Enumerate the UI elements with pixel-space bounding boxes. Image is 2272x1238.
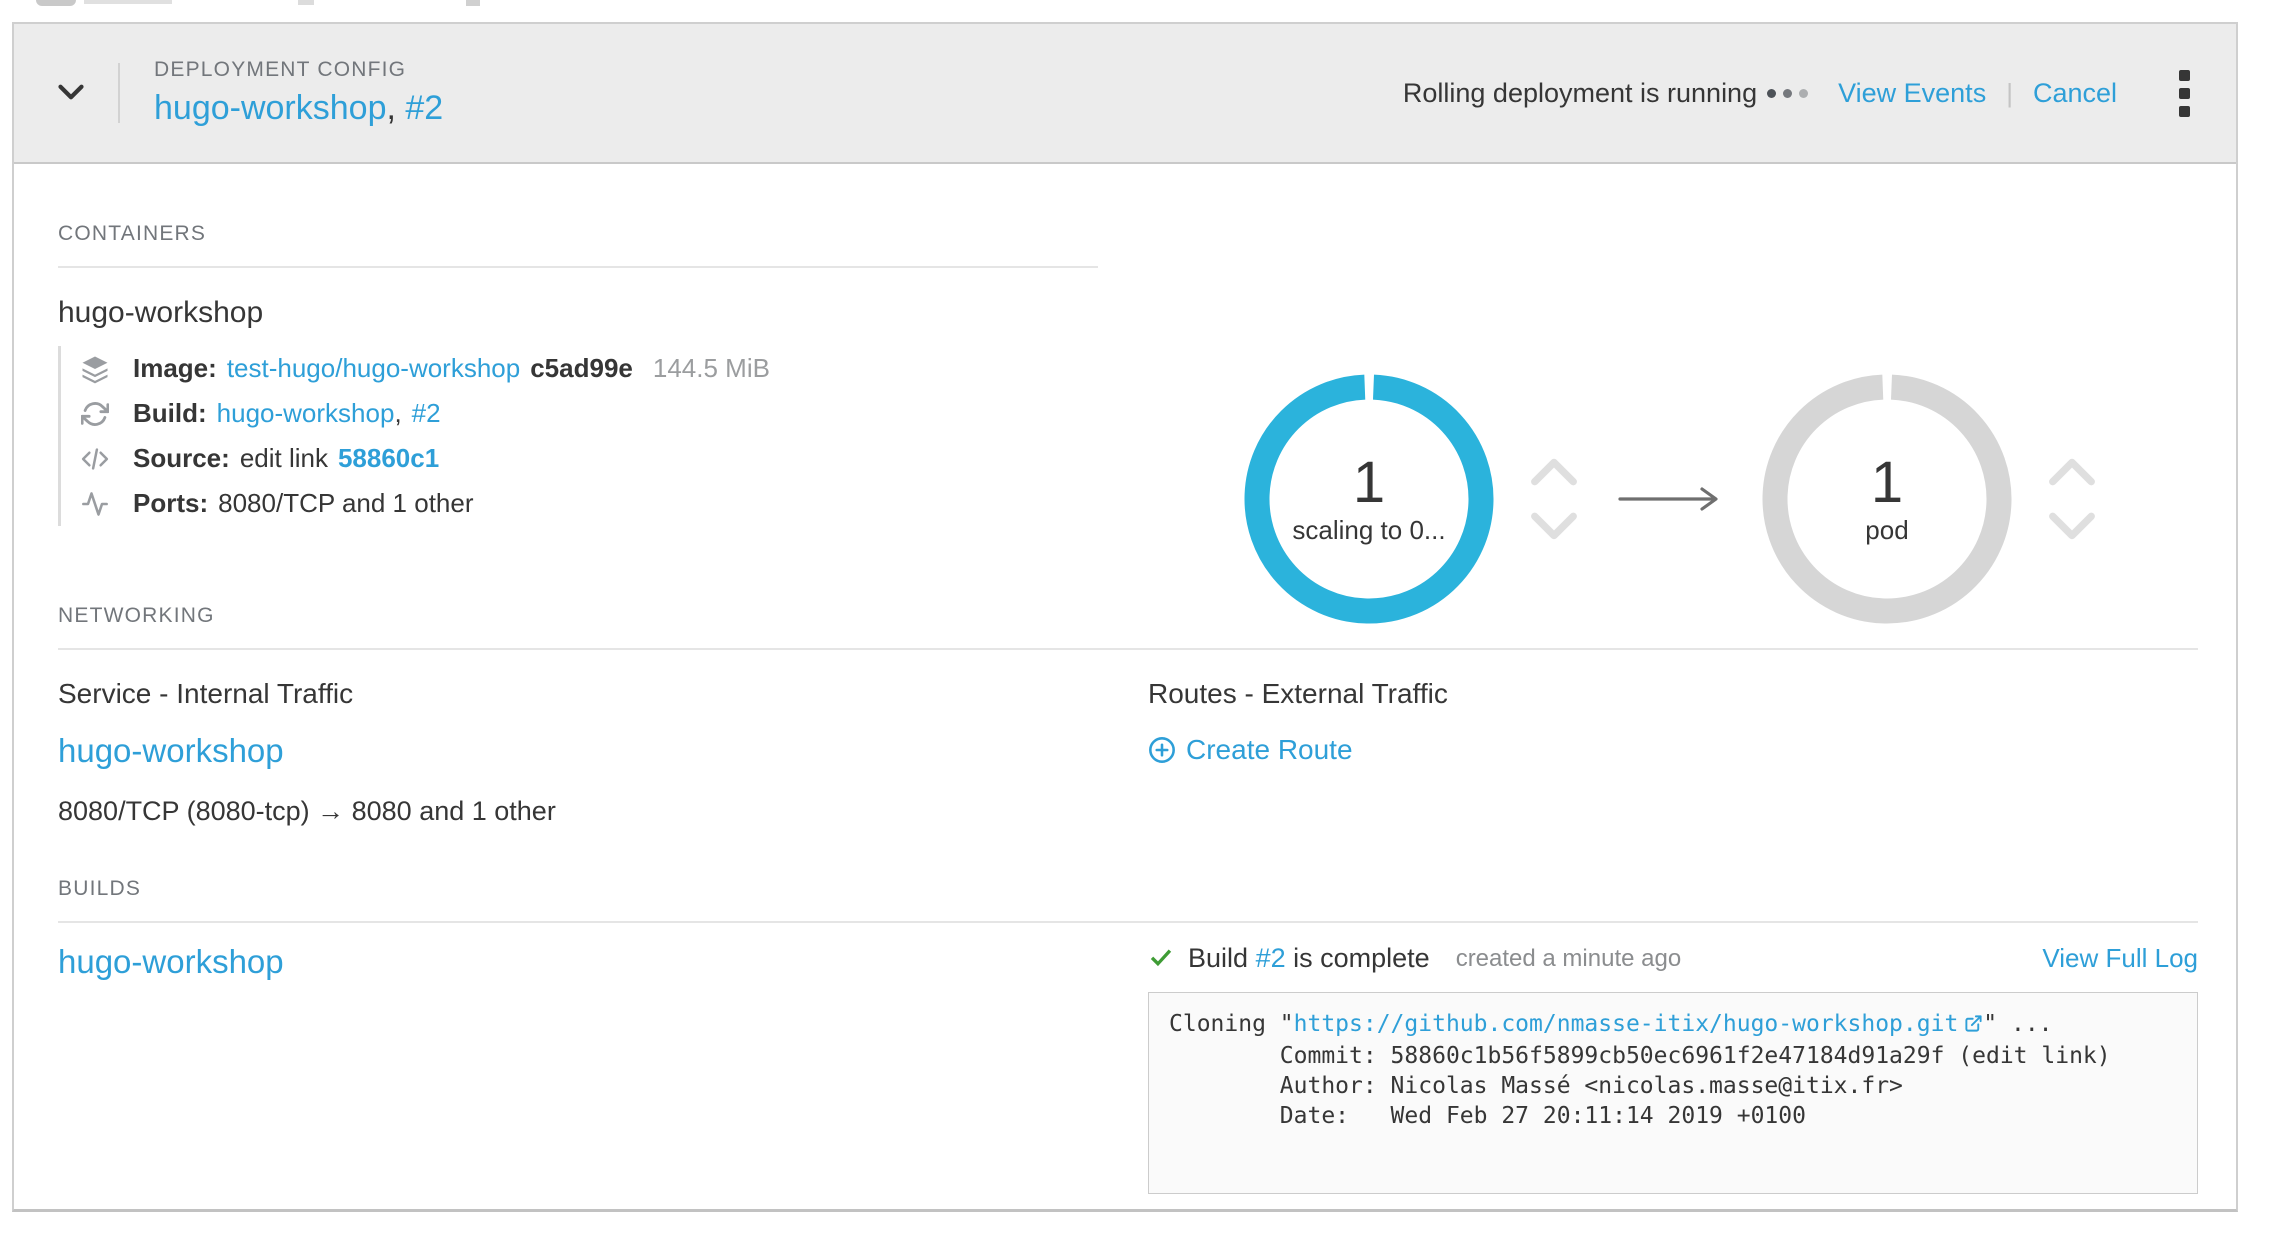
deployment-status-text: Rolling deployment is running <box>1403 78 1757 109</box>
card-header: DEPLOYMENT CONFIG hugo-workshop, #2 Roll… <box>14 24 2236 164</box>
replica-up-button[interactable] <box>2046 456 2098 486</box>
loading-dots-icon <box>1767 89 1808 98</box>
container-detail-list: Image: test-hugo/hugo-workshop c5ad99e 1… <box>58 346 1078 526</box>
build-log-box: Cloning "https://github.com/nmasse-itix/… <box>1148 992 2198 1194</box>
source-commit-link[interactable]: 58860c1 <box>338 443 439 474</box>
source-text: edit link <box>240 443 328 474</box>
chevron-up-icon <box>1528 474 1580 489</box>
builds-section-heading: BUILDS <box>58 877 2198 923</box>
arrow-right-icon <box>1616 486 1726 512</box>
log-line-author: Author: Nicolas Massé <nicolas.masse@iti… <box>1169 1071 2177 1101</box>
deployment-config-link[interactable]: hugo-workshop <box>154 89 386 127</box>
log-line-cloning: Cloning "https://github.com/nmasse-itix/… <box>1169 1009 2177 1041</box>
scale-stepper <box>1528 456 1580 542</box>
refresh-icon <box>77 400 113 428</box>
service-port-mapping: 8080/TCP (8080-tcp) → 8080 and 1 other <box>58 796 1098 827</box>
scaling-from-count: 1 <box>1353 453 1385 513</box>
replica-down-button[interactable] <box>2046 512 2098 542</box>
log-line-date: Date: Wed Feb 27 20:11:14 2019 +0100 <box>1169 1101 2177 1131</box>
chevron-up-icon <box>2046 474 2098 489</box>
build-label: Build: <box>133 398 207 429</box>
replica-stepper <box>2046 456 2098 542</box>
service-link[interactable]: hugo-workshop <box>58 732 284 770</box>
layers-icon <box>77 354 113 384</box>
replica-pod-donut: 1 pod <box>1762 374 2012 624</box>
chevron-down-icon <box>1528 530 1580 545</box>
chevron-down-icon <box>50 71 92 116</box>
check-icon <box>1148 946 1174 972</box>
view-events-link[interactable]: View Events <box>1838 78 1986 109</box>
scale-down-button[interactable] <box>1528 512 1580 542</box>
scaling-group: 1 scaling to 0... 1 <box>1244 374 2098 624</box>
resource-kind-label: DEPLOYMENT CONFIG <box>154 58 443 82</box>
build-config-link[interactable]: hugo-workshop <box>58 943 284 981</box>
build-separator: , <box>394 398 401 429</box>
external-link-icon <box>1964 1011 1983 1041</box>
ports-row: Ports: 8080/TCP and 1 other <box>77 481 1078 526</box>
build-status-column: Build #2 is complete created a minute ag… <box>1148 943 2198 1194</box>
networking-section: NETWORKING Service - Internal Traffic hu… <box>58 604 2198 827</box>
container-name: hugo-workshop <box>58 296 2198 330</box>
image-label: Image: <box>133 353 217 384</box>
pod-count-label: pod <box>1865 515 1908 546</box>
deployment-config-card: DEPLOYMENT CONFIG hugo-workshop, #2 Roll… <box>12 22 2238 1212</box>
header-divider <box>118 63 120 123</box>
cancel-deployment-link[interactable]: Cancel <box>2033 78 2117 109</box>
link-separator: | <box>2006 78 2013 109</box>
create-route-label: Create Route <box>1186 734 1353 766</box>
pod-count: 1 <box>1871 453 1903 513</box>
activity-icon <box>77 490 113 518</box>
git-repo-link[interactable]: https://github.com/nmasse-itix/hugo-work… <box>1294 1011 1959 1037</box>
build-version-link[interactable]: #2 <box>412 398 441 429</box>
plus-circle-icon <box>1148 736 1176 764</box>
cropped-artifact <box>466 0 480 6</box>
title-block: DEPLOYMENT CONFIG hugo-workshop, #2 <box>154 58 443 128</box>
build-link[interactable]: hugo-workshop <box>217 398 395 429</box>
deployment-pod-donut: 1 scaling to 0... <box>1244 374 1494 624</box>
kebab-menu-button[interactable] <box>2173 64 2196 123</box>
ports-text: 8080/TCP and 1 other <box>218 488 473 519</box>
create-route-link[interactable]: Create Route <box>1148 734 1353 766</box>
scaling-from-label: scaling to 0... <box>1292 515 1445 546</box>
service-title: Service - Internal Traffic <box>58 678 1098 710</box>
cropped-artifact <box>298 0 314 5</box>
title-separator: , <box>386 89 395 127</box>
build-status-text: Build #2 is complete <box>1188 943 1430 974</box>
image-row: Image: test-hugo/hugo-workshop c5ad99e 1… <box>77 346 1078 391</box>
chevron-down-icon <box>2046 530 2098 545</box>
build-config-column: hugo-workshop <box>58 943 1098 1194</box>
code-icon <box>77 444 113 474</box>
scale-up-button[interactable] <box>1528 456 1580 486</box>
image-link[interactable]: test-hugo/hugo-workshop <box>227 353 520 384</box>
routes-column: Routes - External Traffic Create Route <box>1148 678 2198 827</box>
service-column: Service - Internal Traffic hugo-workshop… <box>58 678 1098 827</box>
page-title: hugo-workshop, #2 <box>154 89 443 128</box>
source-label: Source: <box>133 443 230 474</box>
image-hash: c5ad99e <box>530 353 633 384</box>
containers-section-heading: CONTAINERS <box>58 222 1098 268</box>
cropped-artifact <box>36 0 76 6</box>
build-number-link[interactable]: #2 <box>1256 943 1286 973</box>
build-row: Build: hugo-workshop, #2 <box>77 391 1078 436</box>
view-full-log-link[interactable]: View Full Log <box>2042 943 2198 974</box>
log-line-commit: Commit: 58860c1b56f5899cb50ec6961f2e4718… <box>1169 1041 2177 1071</box>
image-size: 144.5 MiB <box>653 353 770 384</box>
source-row: Source: edit link 58860c1 <box>77 436 1078 481</box>
build-created-timestamp: created a minute ago <box>1456 945 1681 973</box>
cropped-artifact <box>84 0 172 4</box>
collapse-toggle-button[interactable] <box>50 71 92 116</box>
build-status-row: Build #2 is complete created a minute ag… <box>1148 943 2198 974</box>
card-body: CONTAINERS hugo-workshop Image: test-hug… <box>14 164 2236 1194</box>
routes-title: Routes - External Traffic <box>1148 678 2198 710</box>
ports-label: Ports: <box>133 488 208 519</box>
deployment-version-link[interactable]: #2 <box>405 89 443 127</box>
builds-section: BUILDS hugo-workshop Build #2 is complet… <box>58 877 2198 1194</box>
